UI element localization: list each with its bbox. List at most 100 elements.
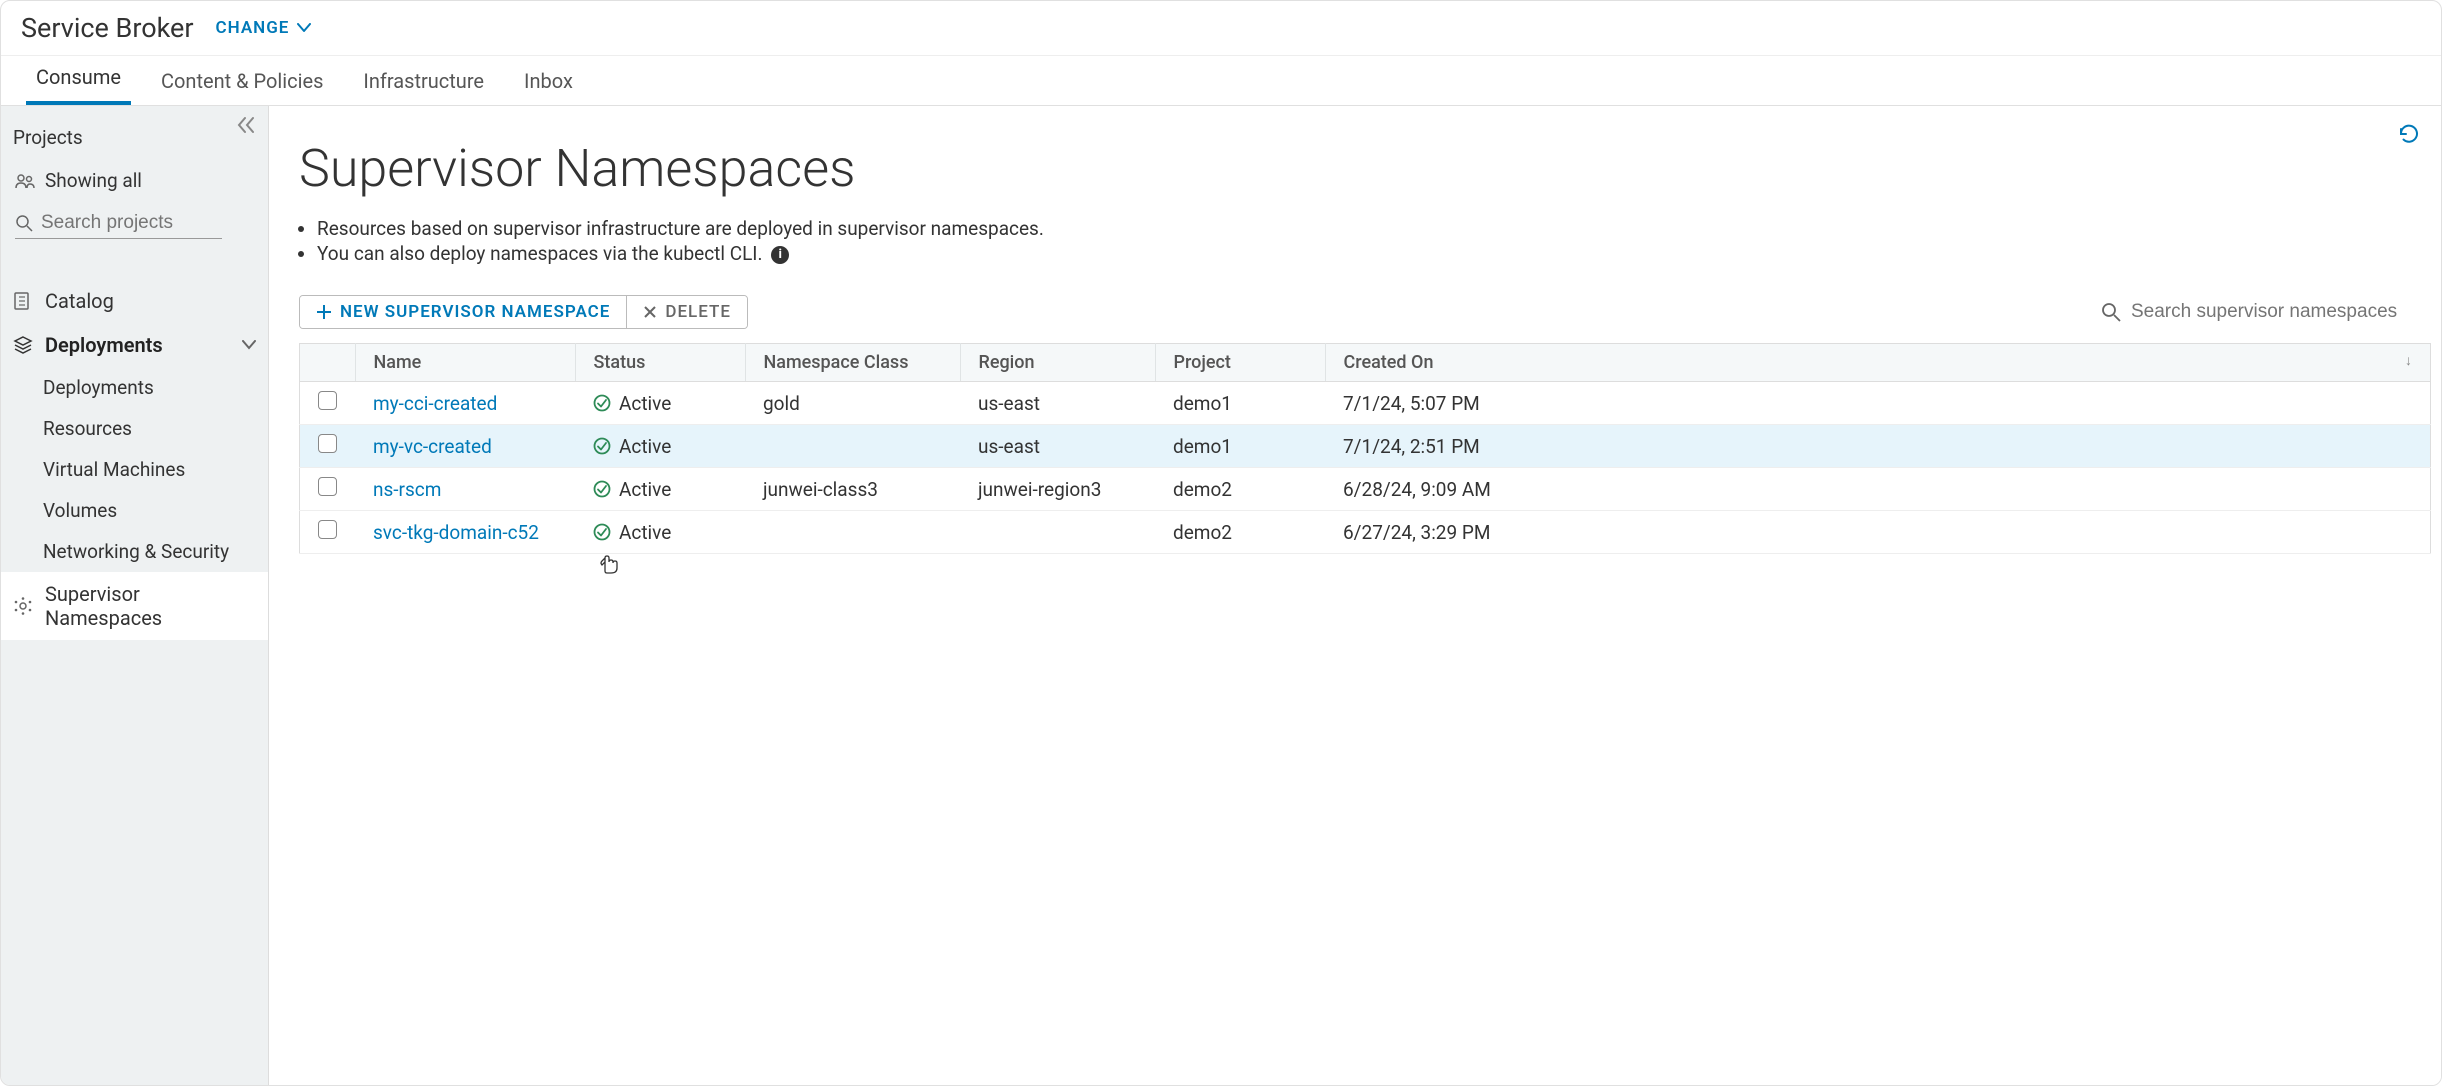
check-circle-icon [593, 437, 611, 455]
sidebar: Projects Showing all [1, 106, 269, 1085]
project-cell: demo2 [1155, 468, 1325, 511]
search-icon [2101, 302, 2121, 322]
table-row[interactable]: ns-rscm Active junwei-class3 junwei-regi… [300, 468, 2431, 511]
column-project[interactable]: Project [1155, 344, 1325, 382]
plus-icon [316, 304, 332, 320]
namespaces-table: Name Status Namespace Class Region Proje… [299, 343, 2431, 554]
created-on-cell: 7/1/24, 5:07 PM [1325, 382, 2431, 425]
row-checkbox[interactable] [318, 391, 337, 410]
main-content: Supervisor Namespaces Resources based on… [269, 106, 2441, 1085]
project-cell: demo1 [1155, 382, 1325, 425]
project-cell: demo1 [1155, 425, 1325, 468]
desc-line-1: Resources based on supervisor infrastruc… [317, 217, 2411, 240]
status-text: Active [619, 392, 671, 415]
nav-deployments-group[interactable]: Deployments [1, 323, 268, 367]
region-cell: junwei-region3 [960, 468, 1155, 511]
users-icon [15, 173, 35, 189]
main-tabs: Consume Content & Policies Infrastructur… [1, 56, 2441, 106]
row-checkbox[interactable] [318, 520, 337, 539]
status-text: Active [619, 435, 671, 458]
catalog-icon [13, 291, 33, 311]
deployments-icon [13, 335, 33, 355]
nav-sub-resources[interactable]: Resources [31, 408, 268, 449]
chevron-double-left-icon [236, 116, 256, 134]
namespace-name-link[interactable]: ns-rscm [373, 478, 441, 501]
showing-all-label: Showing all [45, 169, 142, 192]
nav-sub-deployments[interactable]: Deployments [31, 367, 268, 408]
column-region[interactable]: Region [960, 344, 1155, 382]
search-projects-field[interactable] [15, 212, 222, 239]
row-checkbox[interactable] [318, 434, 337, 453]
check-circle-icon [593, 394, 611, 412]
tab-inbox[interactable]: Inbox [514, 57, 583, 105]
nav-supervisor-namespaces[interactable]: Supervisor Namespaces [1, 572, 268, 640]
project-filter-showing-all[interactable]: Showing all [13, 163, 256, 206]
status-cell: Active [593, 478, 727, 501]
namespace-class-cell [745, 425, 960, 468]
column-status[interactable]: Status [575, 344, 745, 382]
nav-sub-networking-security[interactable]: Networking & Security [31, 531, 268, 572]
nav-catalog[interactable]: Catalog [1, 279, 268, 323]
app-title: Service Broker [21, 12, 194, 44]
projects-heading: Projects [13, 120, 256, 163]
table-row[interactable]: my-cci-created Active gold us-east demo1… [300, 382, 2431, 425]
tab-consume[interactable]: Consume [26, 53, 131, 105]
refresh-icon [2397, 122, 2421, 146]
status-cell: Active [593, 392, 727, 415]
nav-sub-volumes[interactable]: Volumes [31, 490, 268, 531]
collapse-sidebar-button[interactable] [236, 116, 256, 134]
header-bar: Service Broker CHANGE [1, 1, 2441, 56]
namespace-class-cell: gold [745, 382, 960, 425]
new-supervisor-namespace-button[interactable]: NEW SUPERVISOR NAMESPACE [300, 296, 627, 328]
table-row[interactable]: svc-tkg-domain-c52 Active demo2 6/27/24,… [300, 511, 2431, 554]
column-namespace-class[interactable]: Namespace Class [745, 344, 960, 382]
page-description: Resources based on supervisor infrastruc… [299, 217, 2411, 265]
close-icon [643, 305, 657, 319]
new-button-label: NEW SUPERVISOR NAMESPACE [340, 302, 610, 322]
delete-button-label: DELETE [665, 302, 731, 322]
change-label: CHANGE [216, 18, 290, 38]
namespace-name-link[interactable]: my-vc-created [373, 435, 492, 458]
nav-catalog-label: Catalog [45, 289, 114, 313]
nav-sub-virtual-machines[interactable]: Virtual Machines [31, 449, 268, 490]
created-on-cell: 6/27/24, 3:29 PM [1325, 511, 2431, 554]
check-circle-icon [593, 480, 611, 498]
chevron-down-icon [297, 23, 311, 33]
tab-content-policies[interactable]: Content & Policies [151, 57, 333, 105]
nav-deployments-label: Deployments [45, 333, 163, 357]
region-cell [960, 511, 1155, 554]
column-checkbox [300, 344, 356, 382]
namespace-name-link[interactable]: svc-tkg-domain-c52 [373, 521, 539, 544]
column-created-on[interactable]: Created On ↓ [1325, 344, 2431, 382]
toolbar-button-group: NEW SUPERVISOR NAMESPACE DELETE [299, 295, 748, 329]
namespace-icon [13, 596, 33, 616]
tab-infrastructure[interactable]: Infrastructure [353, 57, 494, 105]
nav-supervisor-namespaces-label: Supervisor Namespaces [45, 582, 256, 630]
check-circle-icon [593, 523, 611, 541]
delete-button[interactable]: DELETE [627, 296, 747, 328]
search-namespaces-field[interactable] [2101, 301, 2411, 323]
region-cell: us-east [960, 382, 1155, 425]
created-on-cell: 7/1/24, 2:51 PM [1325, 425, 2431, 468]
region-cell: us-east [960, 425, 1155, 468]
namespace-class-cell [745, 511, 960, 554]
namespace-class-cell: junwei-class3 [745, 468, 960, 511]
search-projects-input[interactable] [41, 212, 222, 234]
status-cell: Active [593, 521, 727, 544]
chevron-down-icon [242, 340, 256, 350]
change-service-button[interactable]: CHANGE [216, 18, 312, 38]
info-icon[interactable]: i [771, 246, 789, 264]
table-row[interactable]: my-vc-created Active us-east demo1 7/1/2… [300, 425, 2431, 468]
created-on-cell: 6/28/24, 9:09 AM [1325, 468, 2431, 511]
refresh-button[interactable] [2397, 122, 2421, 146]
status-cell: Active [593, 435, 727, 458]
row-checkbox[interactable] [318, 477, 337, 496]
sort-descending-icon: ↓ [2405, 352, 2412, 369]
page-title: Supervisor Namespaces [299, 138, 2411, 199]
column-name[interactable]: Name [355, 344, 575, 382]
status-text: Active [619, 521, 671, 544]
search-namespaces-input[interactable] [2131, 301, 2411, 323]
namespace-name-link[interactable]: my-cci-created [373, 392, 497, 415]
project-cell: demo2 [1155, 511, 1325, 554]
status-text: Active [619, 478, 671, 501]
